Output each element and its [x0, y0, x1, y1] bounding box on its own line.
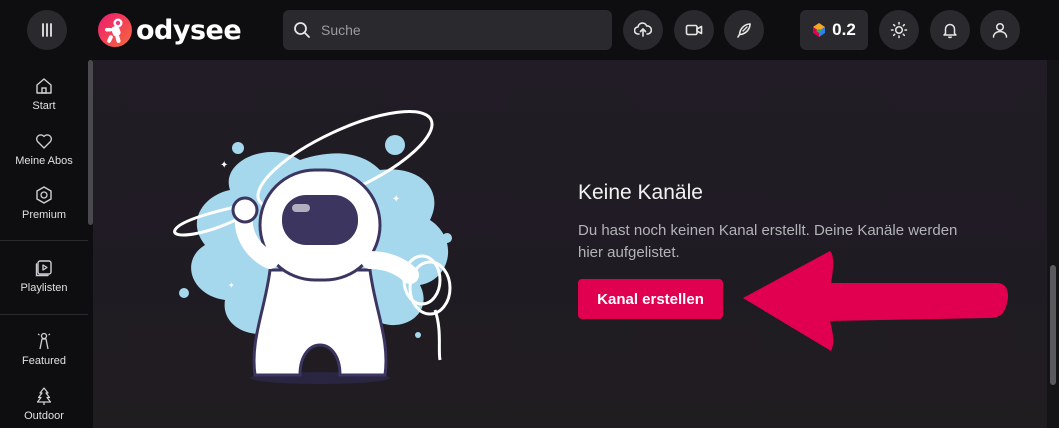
sidebar: Start Meine Abos Premium Playlisten Feat…: [0, 60, 93, 428]
astronaut-lasso-illustration: ✦ ✦ ✦: [173, 110, 452, 384]
feather-pen-icon: [737, 23, 751, 38]
upload-button[interactable]: [623, 10, 663, 50]
bell-icon: [943, 23, 957, 39]
sidebar-item-label: Premium: [21, 209, 66, 221]
arrow-pointer-icon: [743, 251, 1009, 351]
svg-text:✦: ✦: [392, 194, 400, 205]
tree-icon: [36, 387, 52, 405]
logo-text: odysee: [136, 14, 242, 46]
post-button[interactable]: [724, 10, 764, 50]
upload-icon: [634, 22, 652, 37]
user-icon: [992, 22, 1008, 38]
sidebar-item-label: Featured: [21, 355, 67, 367]
odysee-spaceman-logo-icon: [98, 13, 132, 47]
go-live-button[interactable]: [674, 10, 714, 50]
theme-toggle-button[interactable]: [879, 10, 919, 50]
create-channel-button[interactable]: Kanal erstellen: [578, 279, 723, 319]
svg-text:✦: ✦: [228, 281, 235, 290]
credits-value: 0.2: [832, 20, 856, 39]
sidebar-item-label: Start: [32, 100, 56, 112]
featured-icon: [37, 332, 51, 350]
search-input[interactable]: [319, 21, 593, 39]
main-scrollbar[interactable]: [1047, 60, 1059, 428]
sidebar-item-featured[interactable]: Featured: [0, 331, 88, 367]
svg-text:✦: ✦: [220, 160, 228, 171]
top-bar: odysee 0.2: [0, 0, 1059, 60]
sidebar-item-start[interactable]: Start: [0, 76, 88, 112]
sidebar-item-label: Meine Abos: [15, 155, 73, 167]
playlist-icon: [35, 260, 52, 277]
credits-balance-button[interactable]: 0.2: [800, 10, 868, 50]
sidebar-item-meine-abos[interactable]: Meine Abos: [0, 131, 88, 167]
sidebar-divider: [0, 240, 88, 241]
main-scrollbar-thumb[interactable]: [1050, 265, 1056, 385]
account-button[interactable]: [980, 10, 1020, 50]
lbc-credits-icon: [813, 23, 826, 37]
sidebar-item-label: Outdoor: [24, 410, 64, 422]
sidebar-item-outdoor[interactable]: Outdoor: [0, 386, 88, 422]
sidebar-item-premium[interactable]: Premium: [0, 185, 88, 221]
menu-button[interactable]: [27, 10, 67, 50]
sidebar-item-playlisten[interactable]: Playlisten: [0, 258, 88, 294]
sidebar-item-label: Playlisten: [20, 282, 68, 294]
home-icon: [36, 78, 52, 94]
heart-icon: [35, 134, 53, 149]
premium-icon: [36, 186, 52, 204]
odysee-logo[interactable]: odysee: [97, 12, 242, 48]
sun-icon: [890, 21, 908, 39]
menu-icon: [42, 23, 52, 37]
search-box[interactable]: [283, 10, 612, 50]
empty-state-title: Keine Kanäle: [578, 181, 703, 204]
video-camera-icon: [685, 24, 703, 36]
notifications-button[interactable]: [930, 10, 970, 50]
sidebar-divider: [0, 314, 88, 315]
search-icon: [294, 22, 310, 38]
